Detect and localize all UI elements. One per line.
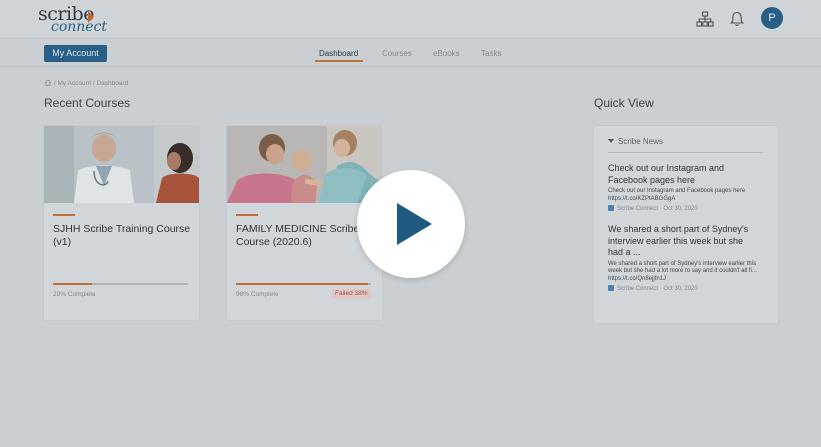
scribe-news-toggle[interactable]: Scribe News [608, 137, 663, 146]
caret-down-icon [608, 139, 614, 143]
divider [608, 152, 763, 153]
tab-tasks[interactable]: Tasks [481, 49, 501, 58]
logo-arrow-icon [88, 11, 94, 23]
failed-badge: Failed 38% [332, 289, 371, 299]
course-progress-text: 98% Complete [236, 291, 279, 298]
top-header: scribe connect P [0, 0, 821, 38]
logo-connect-text: connect [51, 19, 108, 35]
twitter-icon [608, 285, 614, 291]
breadcrumb: / My Account / Dashboard [44, 79, 128, 87]
course-progress-text: 29% Complete [53, 291, 96, 298]
breadcrumb-my-account[interactable]: My Account [57, 80, 91, 87]
news-meta: Scribe Connect · Oct 30, 2020 [608, 205, 758, 212]
course-card[interactable]: SJHH Scribe Training Course (v1) 29% Com… [44, 126, 199, 320]
video-play-button[interactable] [357, 170, 465, 278]
course-progress-bar [236, 283, 371, 285]
news-date: Oct 30, 2020 [663, 286, 698, 292]
course-progress-bar [53, 283, 188, 285]
play-icon [397, 203, 432, 245]
tab-ebooks[interactable]: eBooks [433, 49, 460, 58]
bell-icon[interactable] [728, 10, 746, 28]
scribe-news-label: Scribe News [618, 137, 663, 146]
quick-view-panel: Scribe News Check out our Instagram and … [594, 126, 778, 323]
tab-dashboard[interactable]: Dashboard [319, 49, 358, 58]
twitter-icon [608, 205, 614, 211]
quick-view-heading: Quick View [594, 96, 654, 110]
card-accent-line [236, 214, 258, 216]
breadcrumb-separator: / [92, 80, 95, 87]
course-progress-fill [53, 283, 93, 285]
my-account-button[interactable]: My Account [44, 45, 107, 62]
course-progress-fill [236, 283, 369, 285]
breadcrumb-separator: / [53, 80, 56, 87]
news-item[interactable]: We shared a short part of Sydney's inter… [608, 224, 758, 292]
news-source: Scribe Connect [617, 286, 659, 292]
news-body: We shared a short part of Sydney's inter… [608, 260, 757, 282]
news-body: Check out our Instagram and Facebook pag… [608, 188, 746, 202]
card-accent-line [53, 214, 75, 216]
tab-courses[interactable]: Courses [382, 49, 412, 58]
sub-navigation: My Account Dashboard Courses eBooks Task… [0, 38, 821, 67]
scribe-connect-logo[interactable]: scribe connect [38, 5, 108, 35]
news-title[interactable]: We shared a short part of Sydney's inter… [608, 224, 758, 259]
course-thumbnail [227, 126, 382, 203]
news-item[interactable]: Check out our Instagram and Facebook pag… [608, 163, 758, 212]
course-title[interactable]: SJHH Scribe Training Course (v1) [53, 223, 193, 249]
news-source: Scribe Connect [617, 206, 659, 212]
news-meta: Scribe Connect · Oct 30, 2020 [608, 285, 758, 292]
course-thumbnail [44, 126, 199, 203]
news-title[interactable]: Check out our Instagram and Facebook pag… [608, 163, 758, 186]
recent-courses-heading: Recent Courses [44, 96, 131, 110]
breadcrumb-dashboard: Dashboard [96, 80, 129, 87]
home-icon[interactable] [44, 79, 52, 86]
active-tab-indicator [315, 60, 363, 62]
user-avatar[interactable]: P [761, 7, 783, 29]
news-date: Oct 30, 2020 [663, 206, 698, 212]
sitemap-icon[interactable] [696, 10, 714, 28]
course-title[interactable]: FAMILY MEDICINE Scribe Course (2020.6) [236, 223, 376, 249]
